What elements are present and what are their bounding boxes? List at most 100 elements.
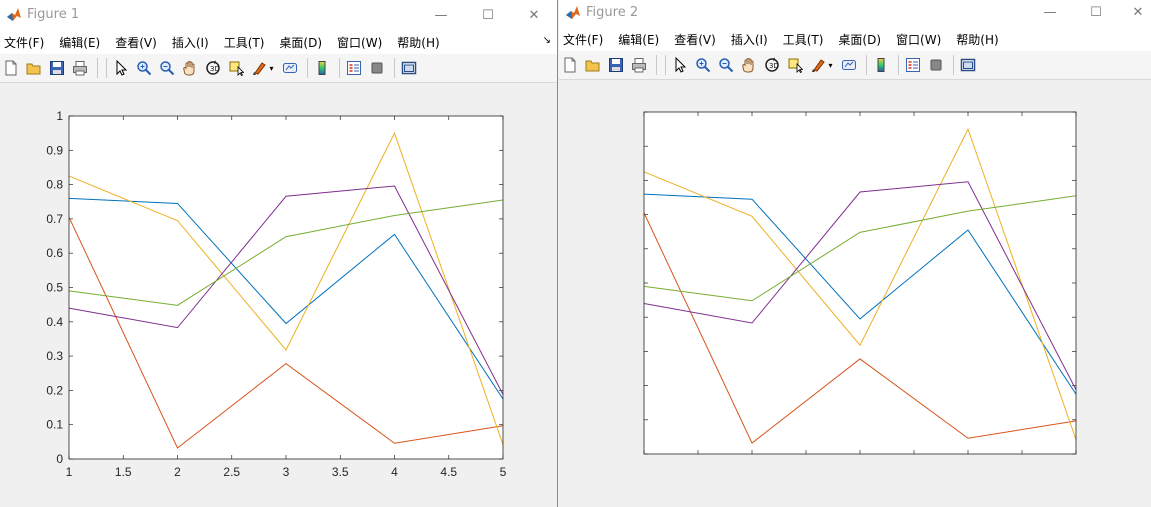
link-plot-icon <box>283 63 297 73</box>
legend-icon <box>347 61 361 75</box>
show-plot-tools-button[interactable] <box>958 55 978 75</box>
menu-help[interactable]: 帮助(H) <box>956 31 998 48</box>
toolbar-separator <box>953 55 954 75</box>
x-tick-label: 1.5 <box>115 465 132 479</box>
menu-file[interactable]: 文件(F) <box>4 34 44 51</box>
zoom-out-button[interactable] <box>716 55 736 75</box>
new-figure-icon <box>5 60 17 76</box>
maximize-button[interactable]: ☐ <box>1073 0 1119 25</box>
menu-view[interactable]: 查看(V) <box>674 31 716 48</box>
brush-icon <box>253 62 267 75</box>
menu-file[interactable]: 文件(F) <box>563 31 603 48</box>
data-cursor-button[interactable] <box>785 55 805 75</box>
brush-button[interactable]: ▾ <box>249 58 277 78</box>
print-icon <box>73 61 87 76</box>
legend-button[interactable] <box>903 55 923 75</box>
zoom-out-icon <box>719 58 734 73</box>
menu-window[interactable]: 窗口(W) <box>337 34 382 51</box>
menu-insert[interactable]: 插入(I) <box>731 31 768 48</box>
menu-desktop[interactable]: 桌面(D) <box>838 31 881 48</box>
show-plot-tools-button[interactable] <box>399 58 419 78</box>
pan-button[interactable] <box>180 58 200 78</box>
y-tick-label: 0.3 <box>46 349 63 363</box>
y-tick-label: 0.8 <box>46 178 63 192</box>
title-bar[interactable]: Figure 2 — ☐ ✕ <box>559 0 1151 27</box>
zoom-in-button[interactable] <box>693 55 713 75</box>
legend-button[interactable] <box>344 58 364 78</box>
link-plot-button[interactable] <box>839 55 859 75</box>
pan-button[interactable] <box>739 55 759 75</box>
brush-button[interactable]: ▾ <box>808 55 836 75</box>
toolbar-separator <box>106 58 107 78</box>
dock-arrow-icon[interactable]: ↘ <box>543 35 551 46</box>
rotate-3d-button[interactable]: 3D <box>203 58 223 78</box>
save-icon <box>50 61 64 75</box>
print-button[interactable] <box>70 58 90 78</box>
save-button[interactable] <box>606 55 626 75</box>
zoom-out-button[interactable] <box>157 58 177 78</box>
x-tick-label: 3 <box>283 465 290 479</box>
hide-plot-tools-button[interactable] <box>367 58 387 78</box>
open-file-button[interactable] <box>24 58 44 78</box>
menu-edit[interactable]: 编辑(E) <box>618 31 659 48</box>
rotate-3d-button[interactable]: 3D <box>762 55 782 75</box>
colorbar-button[interactable] <box>871 55 891 75</box>
print-button[interactable] <box>629 55 649 75</box>
x-tick-label: 3.5 <box>332 465 349 479</box>
x-tick-label: 2 <box>174 465 181 479</box>
x-tick-label: 5 <box>500 465 507 479</box>
menu-tools[interactable]: 工具(T) <box>224 34 265 51</box>
line-chart[interactable]: 1 1.5 2 2.5 3 3.5 4 4.5 5 0 0.1 0.2 0.3 0.4 0.5 0.6 0.7 0… <box>0 83 558 507</box>
new-figure-button[interactable] <box>1 58 21 78</box>
pointer-button[interactable] <box>111 58 131 78</box>
plot-area: 1 1.5 2 2.5 3 3.5 4 4.5 5 0 0.1 0.2 0.3 0.4 0.5 0.6 0.7 0… <box>0 83 557 507</box>
pointer-button[interactable] <box>670 55 690 75</box>
menu-desktop[interactable]: 桌面(D) <box>279 34 322 51</box>
maximize-button[interactable]: ☐ <box>465 0 511 30</box>
hide-plot-tools-button[interactable] <box>926 55 946 75</box>
save-button[interactable] <box>47 58 67 78</box>
toolbar-separator <box>656 55 657 75</box>
new-figure-button[interactable] <box>560 55 580 75</box>
open-file-icon <box>26 63 41 75</box>
toolbar-separator <box>307 58 308 78</box>
title-bar[interactable]: Figure 1 — ☐ ✕ <box>0 0 557 30</box>
minimize-button[interactable]: — <box>1027 0 1073 25</box>
data-cursor-button[interactable] <box>226 58 246 78</box>
minimize-button[interactable]: — <box>418 0 464 30</box>
brush-dropdown-icon[interactable]: ▾ <box>269 64 273 73</box>
menu-view[interactable]: 查看(V) <box>115 34 157 51</box>
x-tick-label: 1 <box>66 465 73 479</box>
close-button[interactable]: ✕ <box>1115 0 1151 25</box>
open-file-icon <box>585 60 600 72</box>
y-tick-label: 0.7 <box>46 212 63 226</box>
y-tick-label: 0.5 <box>46 281 63 295</box>
show-plot-tools-icon <box>401 61 417 75</box>
x-tick-label: 4 <box>391 465 398 479</box>
menu-bar: 文件(F) 编辑(E) 查看(V) 插入(I) 工具(T) 桌面(D) 窗口(W… <box>0 30 557 54</box>
data-cursor-icon <box>788 58 803 73</box>
zoom-in-button[interactable] <box>134 58 154 78</box>
colorbar-button[interactable] <box>312 58 332 78</box>
matlab-logo-icon <box>7 8 21 21</box>
y-tick-label: 0.2 <box>46 383 63 397</box>
menu-insert[interactable]: 插入(I) <box>172 34 209 51</box>
matlab-logo-icon <box>566 6 580 19</box>
brush-dropdown-icon[interactable]: ▾ <box>828 61 832 70</box>
svg-text:3D: 3D <box>769 62 779 70</box>
menu-help[interactable]: 帮助(H) <box>397 34 439 51</box>
toolbar-separator <box>394 58 395 78</box>
link-plot-button[interactable] <box>280 58 300 78</box>
menu-window[interactable]: 窗口(W) <box>896 31 941 48</box>
x-tick-label: 2.5 <box>223 465 240 479</box>
zoom-out-icon <box>160 61 175 76</box>
menu-tools[interactable]: 工具(T) <box>783 31 824 48</box>
open-file-button[interactable] <box>583 55 603 75</box>
zoom-in-icon <box>696 58 711 73</box>
x-tick-label: 4.5 <box>440 465 457 479</box>
data-cursor-icon <box>229 61 244 76</box>
menu-edit[interactable]: 编辑(E) <box>59 34 100 51</box>
line-chart[interactable] <box>559 80 1151 507</box>
zoom-in-icon <box>137 61 152 76</box>
close-button[interactable]: ✕ <box>511 0 557 30</box>
